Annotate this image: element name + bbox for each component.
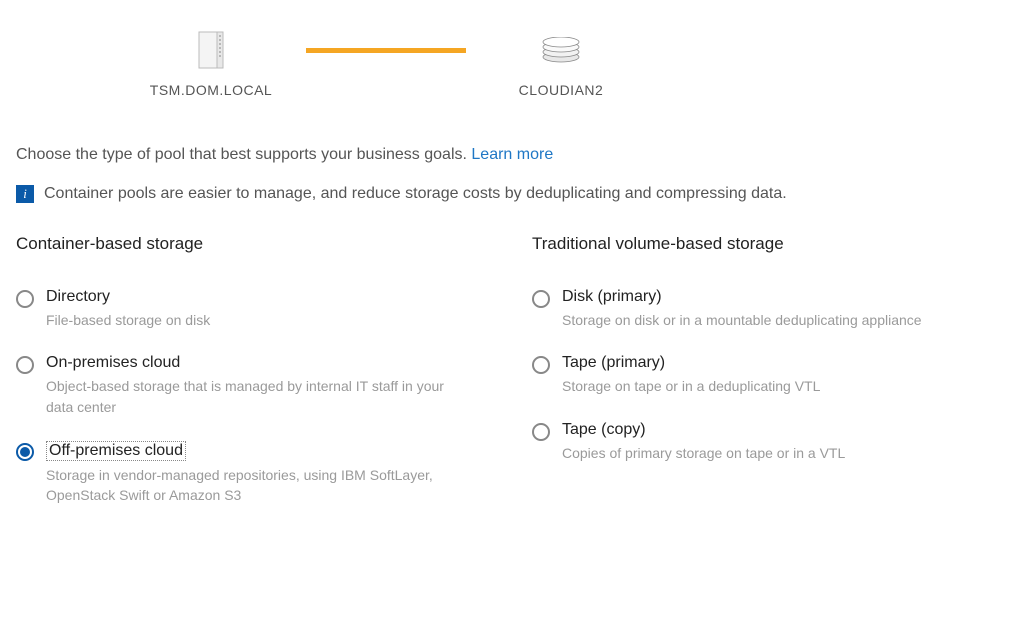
option-body-directory: Directory File-based storage on disk <box>46 288 210 330</box>
option-title-directory: Directory <box>46 288 110 306</box>
option-title-disk-primary: Disk (primary) <box>562 288 662 306</box>
cloud-stack-icon <box>541 30 581 70</box>
container-storage-header: Container-based storage <box>16 234 492 254</box>
intro-text: Choose the type of pool that best suppor… <box>16 146 1008 164</box>
radio-disk-primary[interactable] <box>532 290 550 308</box>
topology-source-node: TSM.DOM.LOCAL <box>136 30 286 98</box>
option-title-on-premises-cloud: On-premises cloud <box>46 354 180 372</box>
option-on-premises-cloud[interactable]: On-premises cloud Object-based storage th… <box>16 354 492 417</box>
option-title-off-premises-cloud: Off-premises cloud <box>46 441 186 461</box>
option-desc-off-premises-cloud: Storage in vendor-managed repositories, … <box>46 465 466 506</box>
option-disk-primary[interactable]: Disk (primary) Storage on disk or in a mo… <box>532 288 1008 330</box>
option-body-tape-primary: Tape (primary) Storage on tape or in a de… <box>562 354 820 396</box>
option-desc-directory: File-based storage on disk <box>46 310 210 330</box>
radio-off-premises-cloud[interactable] <box>16 443 34 461</box>
option-tape-primary[interactable]: Tape (primary) Storage on tape or in a de… <box>532 354 1008 396</box>
info-banner: i Container pools are easier to manage, … <box>16 182 1008 206</box>
option-desc-on-premises-cloud: Object-based storage that is managed by … <box>46 376 466 417</box>
option-body-off-premises-cloud: Off-premises cloud Storage in vendor-mana… <box>46 441 466 506</box>
learn-more-link[interactable]: Learn more <box>471 146 553 163</box>
traditional-storage-column: Traditional volume-based storage Disk (p… <box>532 234 1008 529</box>
option-directory[interactable]: Directory File-based storage on disk <box>16 288 492 330</box>
topology-source-label: TSM.DOM.LOCAL <box>150 82 272 98</box>
option-tape-copy[interactable]: Tape (copy) Copies of primary storage on … <box>532 421 1008 463</box>
radio-directory[interactable] <box>16 290 34 308</box>
option-off-premises-cloud[interactable]: Off-premises cloud Storage in vendor-mana… <box>16 441 492 506</box>
option-body-disk-primary: Disk (primary) Storage on disk or in a mo… <box>562 288 922 330</box>
option-desc-tape-copy: Copies of primary storage on tape or in … <box>562 443 845 463</box>
server-icon <box>191 30 231 70</box>
container-storage-column: Container-based storage Directory File-ba… <box>16 234 492 529</box>
option-title-tape-primary: Tape (primary) <box>562 354 665 372</box>
radio-tape-copy[interactable] <box>532 423 550 441</box>
info-icon: i <box>16 185 34 203</box>
topology-target-node: CLOUDIAN2 <box>486 30 636 98</box>
topology-target-label: CLOUDIAN2 <box>519 82 604 98</box>
radio-tape-primary[interactable] <box>532 356 550 374</box>
info-text: Container pools are easier to manage, an… <box>44 182 787 206</box>
option-body-tape-copy: Tape (copy) Copies of primary storage on … <box>562 421 845 463</box>
option-title-tape-copy: Tape (copy) <box>562 421 646 439</box>
option-desc-tape-primary: Storage on tape or in a deduplicating VT… <box>562 376 820 396</box>
topology-connector <box>306 48 466 53</box>
intro-description: Choose the type of pool that best suppor… <box>16 146 471 163</box>
option-desc-disk-primary: Storage on disk or in a mountable dedupl… <box>562 310 922 330</box>
topology-diagram: TSM.DOM.LOCAL CLOUDIAN2 <box>136 30 1008 98</box>
traditional-storage-header: Traditional volume-based storage <box>532 234 1008 254</box>
radio-on-premises-cloud[interactable] <box>16 356 34 374</box>
option-body-on-premises-cloud: On-premises cloud Object-based storage th… <box>46 354 466 417</box>
